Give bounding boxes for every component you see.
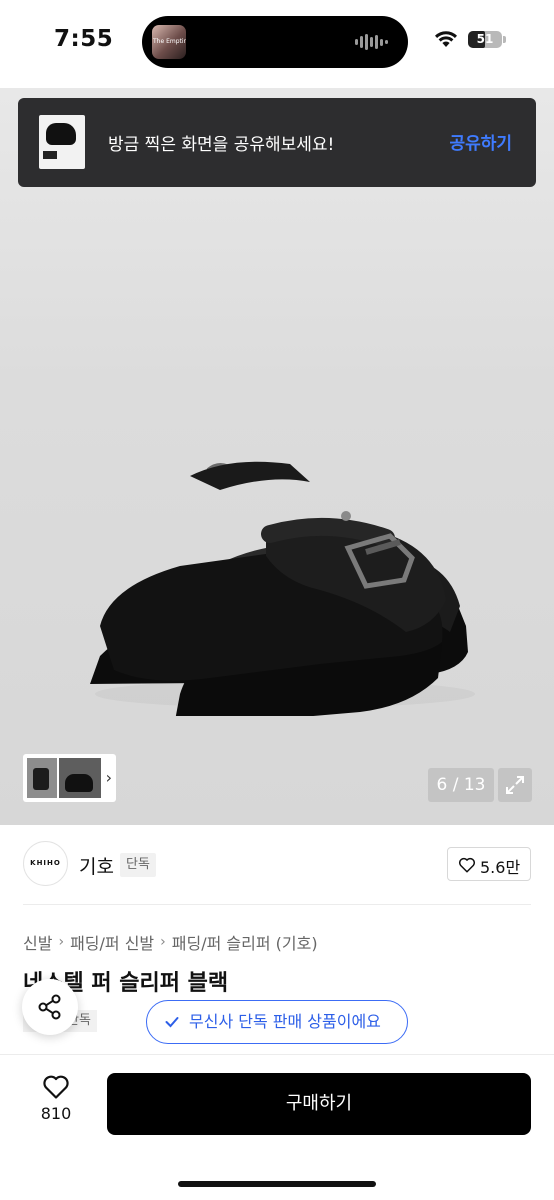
divider <box>23 904 531 905</box>
wishlist-count: 810 <box>40 1104 72 1123</box>
chevron-right-icon: › <box>160 934 166 950</box>
battery-icon: 51 <box>468 30 506 48</box>
share-button[interactable] <box>22 979 78 1035</box>
status-time: 7:55 <box>54 26 114 52</box>
exclusive-notice-text: 무신사 단독 판매 상품이에요 <box>189 1012 381 1031</box>
dynamic-island[interactable]: The Emptiness <box>142 16 408 68</box>
chevron-right-icon: › <box>58 934 65 950</box>
wishlist-button[interactable]: 810 <box>30 1074 82 1134</box>
product-image[interactable] <box>0 88 554 825</box>
expand-icon <box>506 776 524 794</box>
share-action-button[interactable]: 공유하기 <box>449 129 512 154</box>
image-counter: 6 / 13 <box>428 768 494 802</box>
status-indicators: 51 <box>434 30 506 48</box>
product-photo-slipper <box>90 461 475 716</box>
breadcrumb-item[interactable]: 패딩/퍼 신발 <box>70 930 154 954</box>
home-indicator <box>178 1181 376 1187</box>
share-toast: 방금 찍은 화면을 공유해보세요! 공유하기 <box>18 98 536 187</box>
buy-button[interactable]: 구매하기 <box>107 1073 531 1135</box>
now-playing-artwork: The Emptiness <box>152 25 186 59</box>
screenshot-thumbnail[interactable] <box>39 115 85 169</box>
heart-icon <box>43 1075 69 1099</box>
check-icon <box>165 1017 179 1028</box>
heart-icon <box>458 857 476 873</box>
toast-message: 방금 찍은 화면을 공유해보세요! <box>108 135 335 155</box>
status-bar: 7:55 The Emptiness 51 <box>0 0 554 88</box>
breadcrumb-item[interactable]: 신발 <box>23 930 52 954</box>
brand-logo[interactable]: KHIHO <box>23 841 68 886</box>
expand-button[interactable] <box>498 768 532 802</box>
battery-percent: 51 <box>476 31 494 46</box>
brand-badge: 단독 <box>120 853 156 877</box>
thumbnail-image[interactable] <box>27 758 57 798</box>
brand-like-button[interactable]: 5.6만 <box>447 847 531 881</box>
thumbnail-image[interactable] <box>59 758 101 798</box>
breadcrumb: 신발 › 패딩/퍼 신발 › 패딩/퍼 슬리퍼 (기호) <box>23 930 318 954</box>
wifi-icon <box>435 31 457 47</box>
brand-name[interactable]: 기호 <box>79 852 114 879</box>
gallery-thumbnails[interactable]: › <box>23 754 116 802</box>
breadcrumb-item[interactable]: 패딩/퍼 슬리퍼 (기호) <box>172 930 318 954</box>
share-icon <box>38 994 61 1020</box>
exclusive-notice-pill[interactable]: 무신사 단독 판매 상품이에요 <box>146 1000 408 1044</box>
chevron-right-icon[interactable]: › <box>106 768 112 787</box>
audio-wave-icon <box>355 34 388 50</box>
brand-like-count: 5.6만 <box>480 858 521 877</box>
